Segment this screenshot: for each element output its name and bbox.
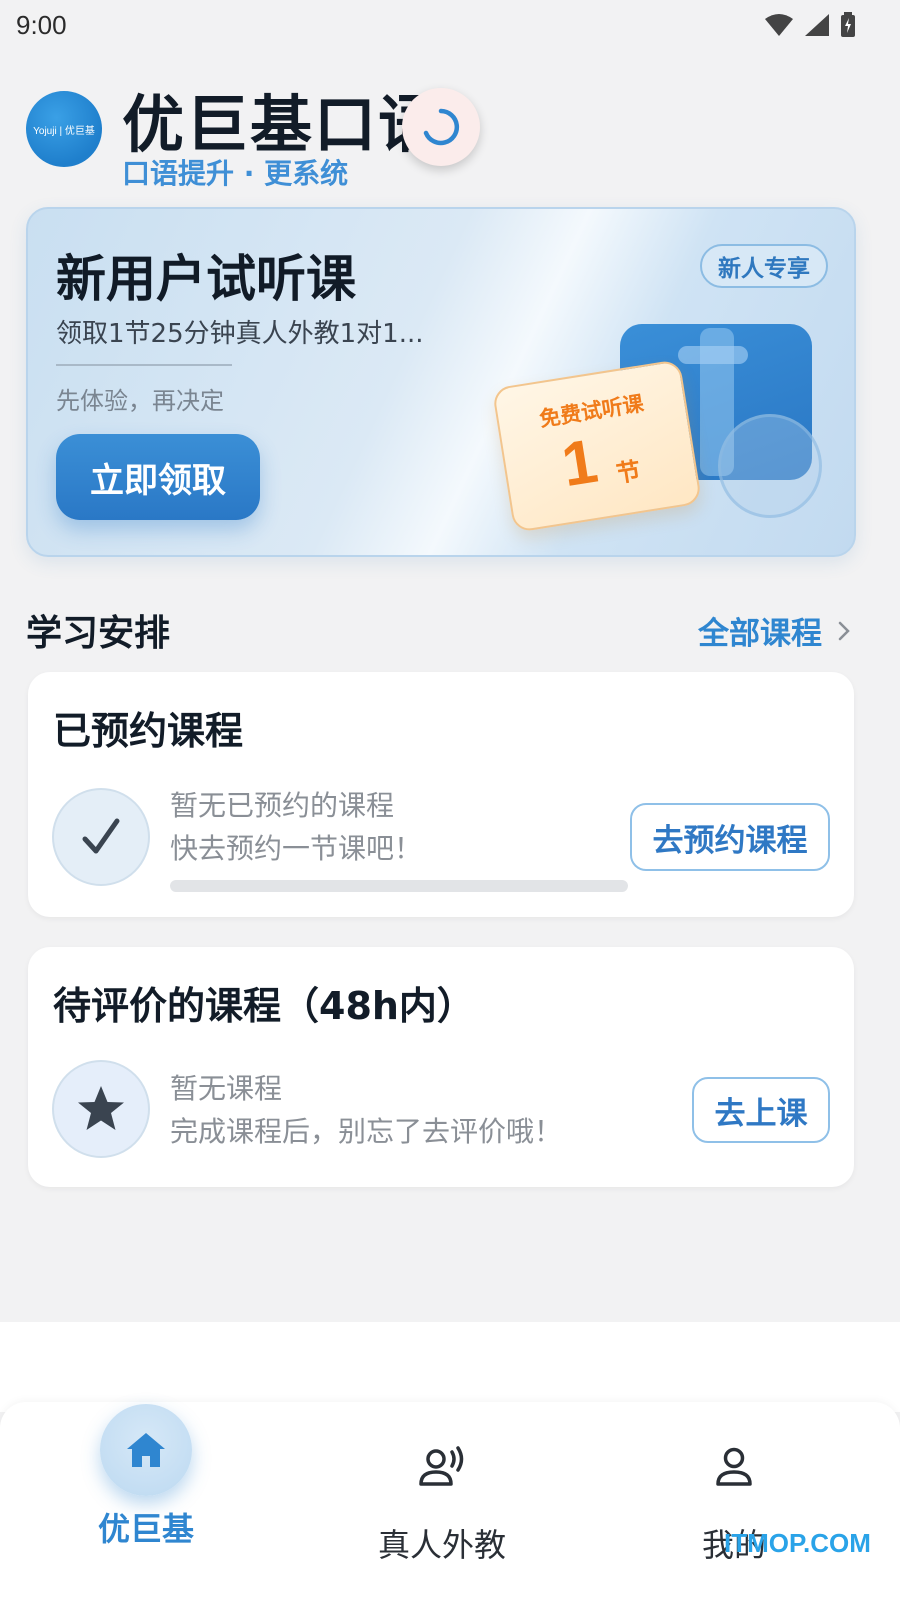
app-title: 优巨基口语 bbox=[122, 88, 443, 161]
voucher-unit: 节 bbox=[614, 456, 643, 489]
home-icon bbox=[127, 1433, 165, 1467]
empty-line-2: 完成课程后，别忘了去评价哦！ bbox=[170, 1115, 563, 1148]
card-title: 已预约课程 bbox=[53, 709, 244, 753]
empty-line-1: 暂无课程 bbox=[170, 1072, 283, 1105]
loading-spinner bbox=[402, 88, 480, 166]
claim-button[interactable]: 立即领取 bbox=[56, 434, 260, 520]
person-icon bbox=[716, 1447, 752, 1486]
empty-line-2: 快去预约一节课吧！ bbox=[170, 832, 423, 865]
logo-text: Yojuji | 优巨基 bbox=[33, 125, 95, 137]
go-to-class-button[interactable]: 去上课 bbox=[692, 1077, 830, 1143]
book-stripe bbox=[678, 346, 748, 364]
progress-bar bbox=[170, 880, 628, 892]
wifi-icon bbox=[765, 14, 793, 36]
trial-description: 领取1节25分钟真人外教1对1... bbox=[56, 319, 424, 349]
card-title: 待评价的课程（48h内） bbox=[53, 984, 475, 1028]
empty-line-1: 暂无已预约的课程 bbox=[170, 789, 395, 822]
tab-me[interactable]: 我的 bbox=[584, 1402, 884, 1600]
status-bar: 9:00 bbox=[0, 0, 900, 50]
tab-label: 优巨基 bbox=[97, 1510, 194, 1548]
star-icon-circle bbox=[52, 1060, 150, 1158]
tab-teacher[interactable]: 真人外教 bbox=[292, 1402, 592, 1600]
content-bottom-band bbox=[0, 1322, 900, 1412]
app-logo: Yojuji | 优巨基 bbox=[26, 91, 102, 167]
trial-title: 新用户试听课 bbox=[56, 250, 356, 308]
spinner-icon bbox=[423, 108, 460, 146]
battery-icon bbox=[841, 12, 855, 37]
teacher-voice-icon bbox=[419, 1446, 464, 1486]
schedule-header: 学习安排 全部课程 bbox=[26, 600, 856, 656]
status-icons bbox=[764, 12, 856, 38]
star-icon bbox=[78, 1086, 124, 1130]
trial-note: 先体验，再决定 bbox=[56, 387, 224, 415]
empty-message: 暂无已预约的课程 快去预约一节课吧！ bbox=[170, 784, 422, 870]
section-title: 学习安排 bbox=[26, 613, 171, 654]
all-courses-link[interactable]: 全部课程 bbox=[698, 608, 850, 653]
pending-review-card: 待评价的课程（48h内） 暂无课程 完成课程后，别忘了去评价哦！ 去上课 bbox=[28, 947, 854, 1187]
tab-home[interactable]: 优巨基 bbox=[0, 1402, 300, 1600]
book-course-button[interactable]: 去预约课程 bbox=[630, 803, 830, 871]
voucher-count: 1 bbox=[557, 426, 603, 501]
person-illustration bbox=[718, 414, 822, 518]
divider bbox=[56, 364, 232, 366]
home-bubble bbox=[100, 1404, 192, 1496]
chevron-right-icon bbox=[838, 621, 850, 640]
teacher-voice-icon-wrap bbox=[292, 1446, 592, 1488]
signal-icon bbox=[805, 14, 829, 36]
app-header: Yojuji | 优巨基 优巨基口语 口语提升 · 更系统 bbox=[26, 88, 886, 190]
app-subtitle: 口语提升 · 更系统 bbox=[122, 157, 349, 190]
tab-label: 真人外教 bbox=[377, 1526, 506, 1564]
trial-lesson-banner[interactable]: 新用户试听课 领取1节25分钟真人外教1对1... 先体验，再决定 立即领取 新… bbox=[26, 207, 856, 557]
watermark: ITMOP.COM bbox=[724, 1528, 871, 1558]
all-courses-label: 全部课程 bbox=[698, 616, 822, 652]
check-icon-circle bbox=[52, 788, 150, 886]
empty-message: 暂无课程 完成课程后，别忘了去评价哦！ bbox=[170, 1067, 562, 1153]
status-time: 9:00 bbox=[16, 9, 67, 40]
person-icon-wrap bbox=[584, 1446, 884, 1488]
booked-courses-card: 已预约课程 暂无已预约的课程 快去预约一节课吧！ 去预约课程 bbox=[28, 672, 854, 917]
checkmark-icon bbox=[82, 818, 120, 854]
new-user-badge: 新人专享 bbox=[700, 244, 828, 288]
bottom-tab-bar: 优巨基 真人外教 我的 bbox=[0, 1402, 900, 1600]
free-trial-voucher: 免费试听课 1 节 bbox=[491, 359, 703, 533]
